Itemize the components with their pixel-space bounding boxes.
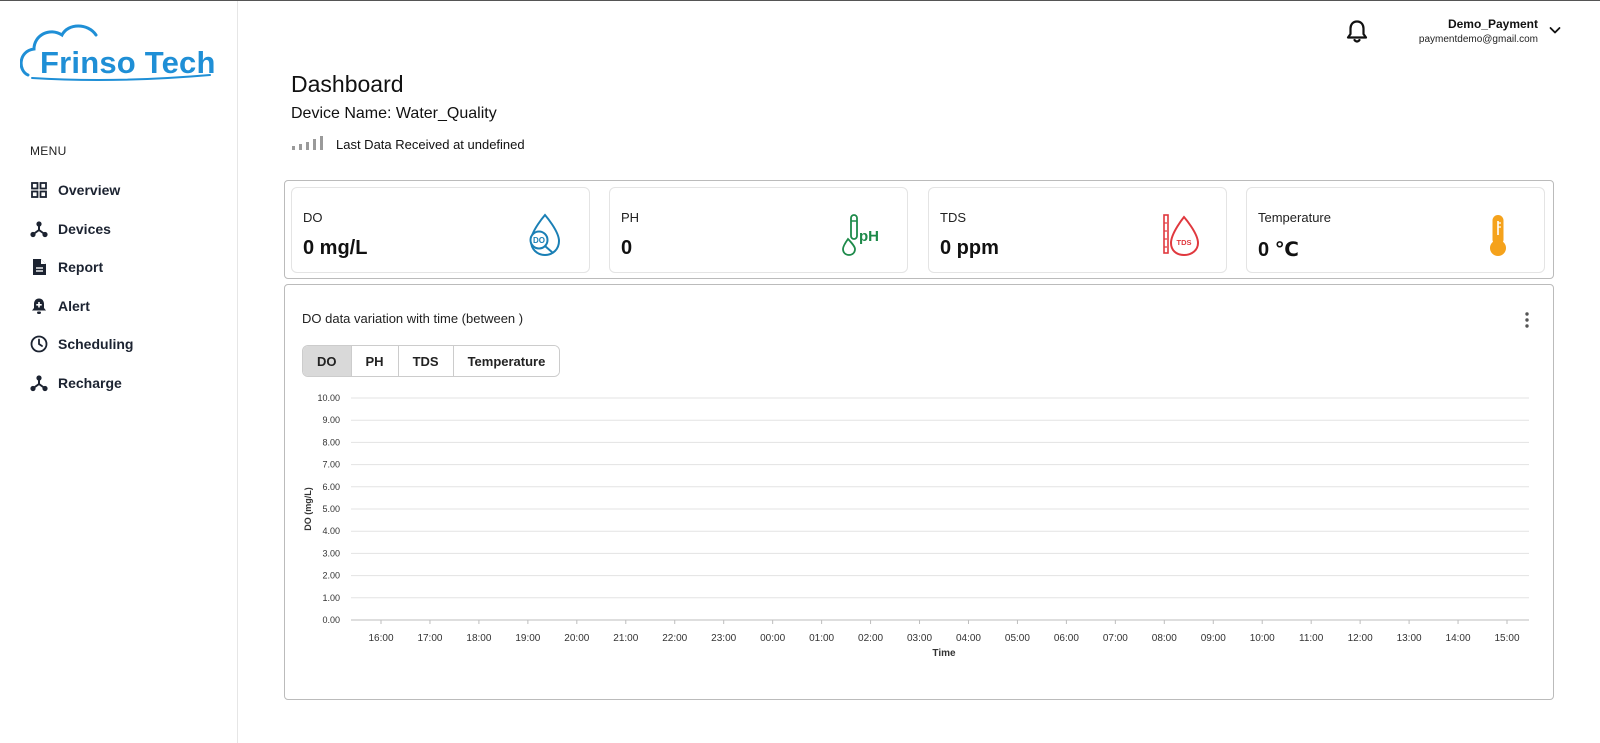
svg-text:pH: pH — [859, 228, 879, 245]
x-tick-label: 08:00 — [1152, 633, 1177, 644]
x-tick-label: 16:00 — [368, 633, 393, 644]
metric-card-ph: PH 0 pH — [609, 187, 908, 273]
x-tick-label: 21:00 — [613, 633, 638, 644]
sidebar-item-label: Devices — [58, 220, 111, 237]
tds-drop-icon: TDS — [1163, 214, 1200, 257]
sidebar: Frinso Tech MENU Overview Devices Report — [0, 1, 238, 743]
sidebar-menu: Overview Devices Report Alert Scheduling — [30, 171, 133, 402]
device-name: Device Name: Water_Quality — [291, 105, 497, 122]
card-label: TDS — [940, 210, 966, 225]
signal-strength-icon — [292, 136, 323, 150]
bell-plus-icon — [30, 297, 48, 315]
y-tick-label: 7.00 — [322, 460, 340, 470]
y-axis-title: DO (mg/L) — [303, 487, 313, 531]
y-tick-label: 2.00 — [322, 571, 340, 581]
x-tick-label: 11:00 — [1299, 633, 1324, 644]
thermometer-icon — [1490, 215, 1506, 256]
ph-tube-icon: pH — [842, 214, 879, 256]
chart-panel: DO data variation with time (between ) D… — [284, 284, 1554, 700]
x-tick-label: 23:00 — [711, 633, 736, 644]
clock-icon — [30, 335, 48, 353]
y-tick-label: 0.00 — [322, 615, 340, 625]
metric-card-do: DO 0 mg/L DO — [291, 187, 590, 273]
x-tick-label: 12:00 — [1348, 633, 1373, 644]
x-tick-label: 15:00 — [1494, 633, 1519, 644]
x-tick-label: 22:00 — [662, 633, 687, 644]
metric-card-temperature: Temperature 0 ℃ — [1246, 187, 1545, 273]
document-icon — [30, 258, 48, 276]
x-tick-label: 06:00 — [1054, 633, 1079, 644]
tab-tds[interactable]: TDS — [398, 346, 454, 376]
card-label: DO — [303, 210, 323, 225]
x-tick-label: 09:00 — [1201, 633, 1226, 644]
sidebar-item-alert[interactable]: Alert — [30, 287, 133, 326]
y-tick-label: 6.00 — [322, 482, 340, 492]
user-name: Demo_Payment — [1447, 17, 1538, 31]
last-data-received: Last Data Received at undefined — [336, 137, 525, 152]
x-tick-label: 01:00 — [809, 633, 834, 644]
user-email: paymentdemo@gmail.com — [1418, 34, 1538, 45]
sidebar-item-label: Scheduling — [58, 336, 134, 353]
x-tick-label: 17:00 — [417, 633, 442, 644]
user-menu[interactable]: Demo_Payment paymentdemo@gmail.com — [1419, 17, 1538, 45]
card-label: PH — [621, 210, 640, 225]
sidebar-item-report[interactable]: Report — [30, 248, 133, 287]
card-value: 0 mg/L — [303, 237, 368, 259]
do-line-chart: 0.00 1.00 2.00 3.00 4.00 5.00 6.00 7.00 8.00 9.00… — [303, 393, 1529, 659]
sidebar-item-overview[interactable]: Overview — [30, 171, 133, 210]
sidebar-item-scheduling[interactable]: Scheduling — [30, 325, 133, 364]
x-tick-label: 13:00 — [1397, 633, 1422, 644]
card-value: 0 — [621, 237, 633, 259]
tab-do[interactable]: DO — [303, 346, 352, 376]
menu-heading: MENU — [30, 144, 67, 158]
notification-bell-icon[interactable] — [1342, 17, 1372, 47]
x-tick-label: 10:00 — [1250, 633, 1275, 644]
svg-text:DO: DO — [533, 236, 545, 245]
x-tick-label: 00:00 — [760, 633, 785, 644]
y-tick-label: 1.00 — [322, 593, 340, 603]
sidebar-item-label: Overview — [58, 182, 121, 199]
y-tick-label: 10.00 — [317, 393, 340, 403]
more-options-icon[interactable] — [1521, 311, 1533, 329]
brand-name: Frinso Tech — [40, 45, 216, 80]
sidebar-item-devices[interactable]: Devices — [30, 210, 133, 249]
x-tick-label: 02:00 — [858, 633, 883, 644]
y-tick-label: 3.00 — [322, 548, 340, 558]
x-tick-label: 19:00 — [515, 633, 540, 644]
sidebar-item-label: Recharge — [58, 374, 122, 391]
grid-icon — [30, 181, 48, 199]
card-value: 0 ppm — [940, 237, 999, 259]
x-axis-title: Time — [932, 648, 956, 659]
sidebar-item-label: Report — [58, 259, 104, 276]
page-title: Dashboard — [291, 71, 404, 97]
x-tick-label: 05:00 — [1005, 633, 1030, 644]
x-tick-label: 03:00 — [907, 633, 932, 644]
sidebar-item-recharge[interactable]: Recharge — [30, 364, 133, 403]
card-label: Temperature — [1258, 210, 1331, 225]
sidebar-item-label: Alert — [58, 297, 90, 314]
x-tick-label: 20:00 — [564, 633, 589, 644]
y-tick-label: 8.00 — [322, 437, 340, 447]
y-tick-label: 4.00 — [322, 526, 340, 536]
metric-card-tds: TDS 0 ppm TDS — [928, 187, 1227, 273]
tab-temperature[interactable]: Temperature — [453, 346, 560, 376]
metric-tabs: DO PH TDS Temperature — [302, 345, 561, 377]
metric-cards: DO 0 mg/L DO PH 0 pH TDS 0 ppm TDS Tempe… — [284, 180, 1554, 279]
x-tick-label: 07:00 — [1103, 633, 1128, 644]
x-tick-label: 14:00 — [1446, 633, 1471, 644]
tab-ph[interactable]: PH — [351, 346, 399, 376]
svg-text:TDS: TDS — [1177, 238, 1192, 247]
x-tick-label: 18:00 — [466, 633, 491, 644]
x-tick-label: 04:00 — [956, 633, 981, 644]
brand-logo[interactable]: Frinso Tech — [20, 21, 215, 83]
chart-title: DO data variation with time (between ) — [302, 311, 524, 326]
y-tick-label: 9.00 — [322, 415, 340, 425]
hub-icon — [30, 374, 48, 392]
do-drop-icon: DO — [529, 213, 561, 257]
y-tick-label: 5.00 — [322, 504, 340, 514]
hub-icon — [30, 220, 48, 238]
chevron-down-icon[interactable] — [1548, 23, 1562, 37]
card-value: 0 ℃ — [1258, 239, 1299, 261]
